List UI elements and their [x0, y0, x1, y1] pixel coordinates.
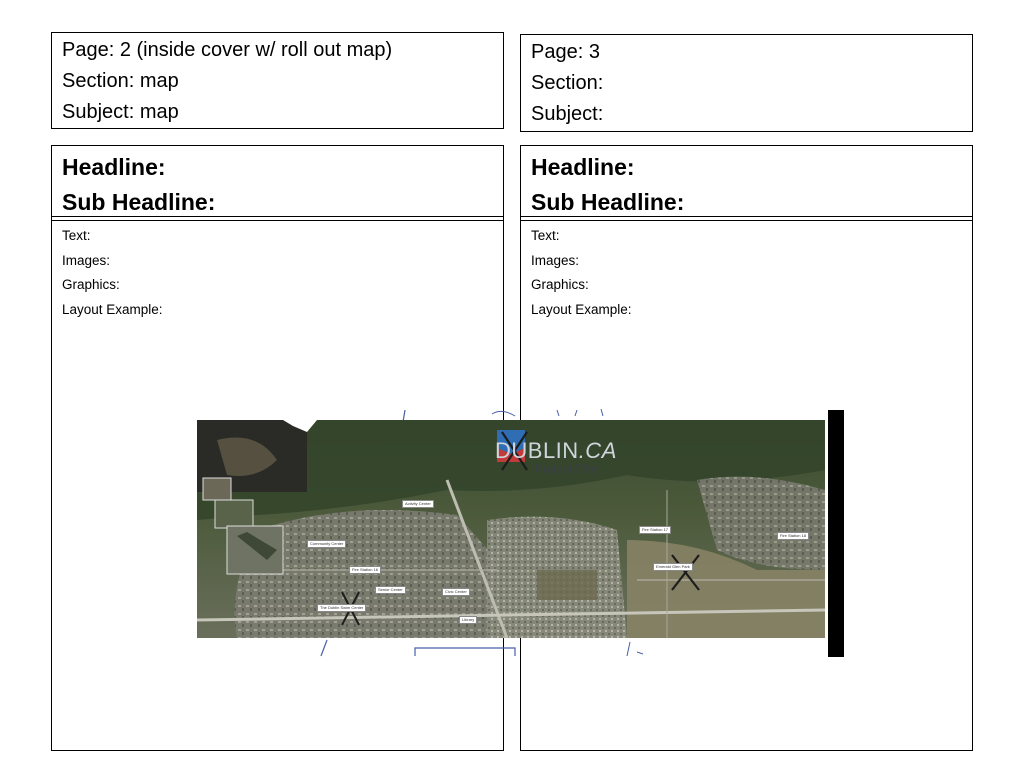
left-section: Section: map: [62, 70, 179, 92]
left-subject: Subject: map: [62, 101, 179, 123]
label-fire-station-16: Fire Station 16: [349, 566, 382, 574]
left-divider-bottom: [52, 220, 503, 221]
label-emerald-glen: Emerald Glen Park: [653, 563, 693, 571]
right-divider-bottom: [521, 220, 972, 221]
label-civic-center: Civic Center: [442, 588, 470, 596]
right-subject: Subject:: [531, 103, 604, 125]
map-brand: DUBLIN.CA: [495, 438, 617, 464]
inset-photo-2: [214, 499, 254, 529]
left-headline-block: Headline: Sub Headline:: [52, 146, 503, 220]
right-page-meta-box: Page: 3 Section: Subject:: [520, 34, 973, 132]
left-headline: Headline:: [62, 154, 166, 180]
inset-photo-1: [202, 477, 232, 501]
sketch-line-top-2: [491, 410, 516, 417]
left-images-label: Images:: [62, 252, 111, 268]
left-divider-top: [52, 216, 503, 217]
right-page-number: Page: 3: [531, 41, 600, 63]
right-divider-top: [521, 216, 972, 217]
label-activity-center: Activity Center: [402, 500, 434, 508]
left-subheadline: Sub Headline:: [62, 189, 216, 215]
sketch-line-top-3: [556, 408, 604, 417]
left-text-label: Text:: [62, 228, 91, 243]
right-images-label: Images:: [531, 252, 580, 268]
label-fire-station-18: Fire Station 18: [777, 532, 810, 540]
right-body-fields: Text: Images: Graphics: Layout Example:: [531, 224, 632, 322]
label-senior-center: Senior Center: [375, 586, 406, 594]
right-section: Section:: [531, 72, 604, 94]
right-headline: Headline:: [531, 154, 635, 180]
label-fire-station-17: Fire Station 17: [639, 526, 672, 534]
map-brand-name: DUBLIN: [495, 438, 579, 463]
left-layout-label: Layout Example:: [62, 301, 163, 317]
sketch-box-bottom: [414, 647, 516, 656]
sketch-line-bottom-1: [320, 639, 328, 657]
fields: [537, 570, 597, 600]
label-dublin-swim: The Dublin Swim Center: [317, 604, 367, 612]
left-body-fields: Text: Images: Graphics: Layout Example:: [62, 224, 163, 322]
aerial-photo: DUBLIN.CA Project Title Community Center…: [197, 420, 825, 638]
right-graphics-label: Graphics:: [531, 277, 589, 292]
sketch-line-bottom-2: [626, 641, 644, 657]
left-page-meta-box: Page: 2 (inside cover w/ roll out map) S…: [51, 32, 504, 129]
map-brand-suffix: .CA: [578, 438, 617, 463]
map-black-bar: [828, 410, 844, 657]
right-text-label: Text:: [531, 228, 560, 243]
right-layout-label: Layout Example:: [531, 301, 632, 317]
rollout-map: DUBLIN.CA Project Title Community Center…: [197, 408, 845, 658]
map-subtitle: Project Title: [535, 462, 598, 476]
right-subheadline: Sub Headline:: [531, 189, 685, 215]
right-headline-block: Headline: Sub Headline:: [521, 146, 972, 220]
label-community-center: Community Center: [307, 540, 347, 548]
label-library: Library: [459, 616, 478, 624]
left-graphics-label: Graphics:: [62, 277, 120, 292]
left-page-number: Page: 2 (inside cover w/ roll out map): [62, 39, 393, 61]
